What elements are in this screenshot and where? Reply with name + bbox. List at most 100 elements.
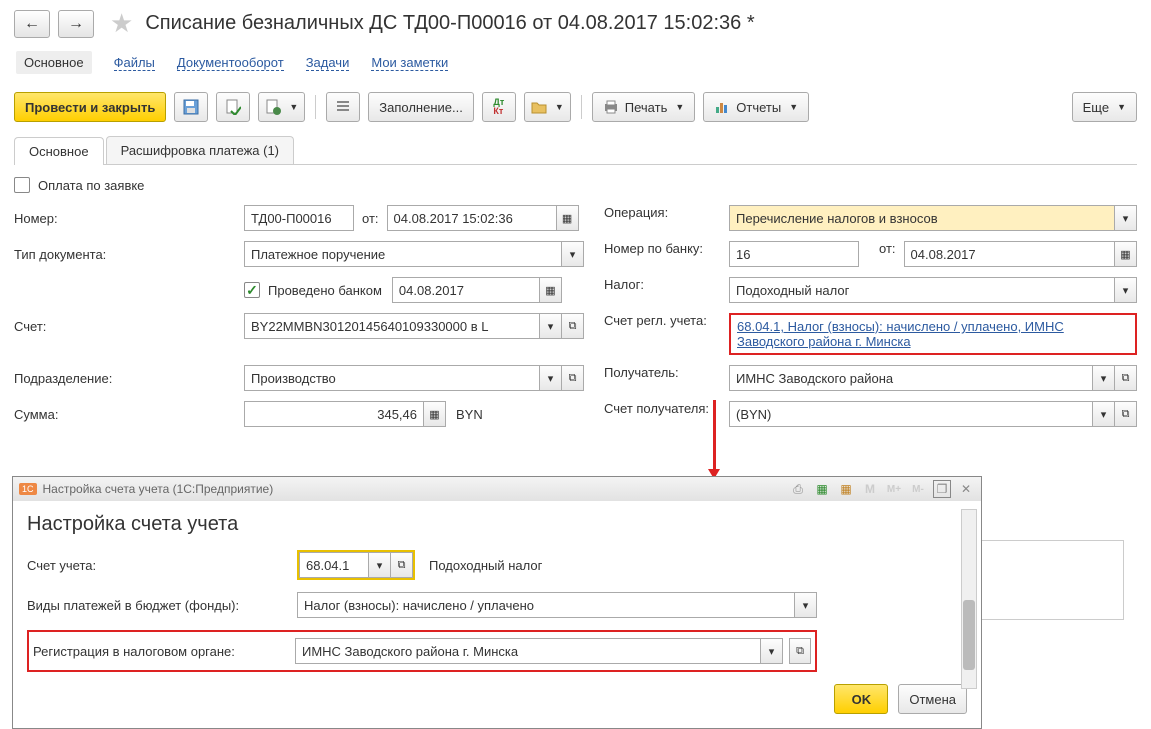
- toolbar-separator: [315, 95, 316, 119]
- arrow-left-icon: ←: [24, 15, 40, 33]
- bank-date-field[interactable]: 04.08.2017: [904, 241, 1115, 267]
- post-icon: [225, 99, 241, 115]
- caret-down-icon: ▼: [289, 102, 298, 112]
- dept-dropdown-button[interactable]: ▾: [540, 365, 562, 391]
- print-button[interactable]: Печать ▼: [592, 92, 696, 122]
- dialog-m-button[interactable]: M: [861, 480, 879, 498]
- dlg-paytype-dropdown-button[interactable]: ▾: [795, 592, 817, 618]
- post-button[interactable]: [216, 92, 250, 122]
- dlg-account-open-button[interactable]: ⧉: [391, 552, 413, 578]
- doctype-dropdown-button[interactable]: ▾: [562, 241, 584, 267]
- recip-acc-dropdown-button[interactable]: ▾: [1093, 401, 1115, 427]
- pay-by-request-label: Оплата по заявке: [38, 178, 144, 193]
- calculator-button[interactable]: ▦: [424, 401, 446, 427]
- nav-tasks[interactable]: Задачи: [306, 55, 350, 71]
- dialog-ok-button[interactable]: OK: [834, 684, 888, 714]
- more-button[interactable]: Еще ▼: [1072, 92, 1137, 122]
- operation-dropdown-button[interactable]: ▾: [1115, 205, 1137, 231]
- nav-files[interactable]: Файлы: [114, 55, 155, 71]
- dlg-account-name: Подоходный налог: [429, 558, 542, 573]
- pay-by-request-checkbox[interactable]: [14, 177, 30, 193]
- dtkt-button[interactable]: Дт Кт: [482, 92, 516, 122]
- calendar-icon: ▦: [840, 482, 851, 496]
- calendar-icon: ▦: [1120, 248, 1130, 261]
- tab-detail[interactable]: Расшифровка платежа (1): [106, 136, 294, 164]
- nav-back-button[interactable]: ←: [14, 10, 50, 38]
- calendar-button[interactable]: ▦: [557, 205, 579, 231]
- dlg-account-field[interactable]: 68.04.1: [299, 552, 369, 578]
- caret-down-icon: ▾: [570, 248, 576, 261]
- operation-field[interactable]: Перечисление налогов и взносов: [729, 205, 1115, 231]
- recipient-field[interactable]: ИМНС Заводского района: [729, 365, 1093, 391]
- calendar-button[interactable]: ▦: [1115, 241, 1137, 267]
- arrow-right-icon: →: [68, 15, 84, 33]
- sum-label: Сумма:: [14, 407, 244, 422]
- dlg-account-dropdown-button[interactable]: ▾: [369, 552, 391, 578]
- tab-main[interactable]: Основное: [14, 137, 104, 165]
- number-date-field[interactable]: 04.08.2017 15:02:36: [387, 205, 557, 231]
- dept-field[interactable]: Производство: [244, 365, 540, 391]
- bank-posted-date-field[interactable]: 04.08.2017: [392, 277, 540, 303]
- recipient-dropdown-button[interactable]: ▾: [1093, 365, 1115, 391]
- account-field[interactable]: BY22MMBN30120145640109330000 в L: [244, 313, 540, 339]
- calendar-button[interactable]: ▦: [540, 277, 562, 303]
- doctype-field[interactable]: Платежное поручение: [244, 241, 562, 267]
- dialog-close-button[interactable]: ✕: [957, 480, 975, 498]
- app-logo-icon: 1С: [19, 483, 37, 495]
- account-dropdown-button[interactable]: ▾: [540, 313, 562, 339]
- open-icon: ⧉: [1122, 408, 1130, 421]
- post-and-close-button[interactable]: Провести и закрыть: [14, 92, 166, 122]
- nav-main[interactable]: Основное: [16, 51, 92, 74]
- number-label: Номер:: [14, 211, 244, 226]
- reports-button[interactable]: Отчеты ▼: [703, 92, 809, 122]
- open-icon: ⧉: [398, 559, 406, 572]
- dlg-taxreg-dropdown-button[interactable]: ▾: [761, 638, 783, 664]
- recip-acc-field[interactable]: (BYN): [729, 401, 1093, 427]
- number-field[interactable]: ТД00-П00016: [244, 205, 354, 231]
- printer-icon: [603, 99, 619, 115]
- regl-account-link[interactable]: 68.04.1, Налог (взносы): начислено / упл…: [737, 319, 1064, 349]
- from-label: от:: [362, 211, 379, 226]
- recip-acc-open-button[interactable]: ⧉: [1115, 401, 1137, 427]
- actions-dropdown-button[interactable]: ▼: [258, 92, 305, 122]
- nav-docflow[interactable]: Документооборот: [177, 55, 284, 71]
- attachments-button[interactable]: ▼: [524, 92, 571, 122]
- favorite-star-icon[interactable]: ★: [110, 8, 133, 39]
- account-open-button[interactable]: ⧉: [562, 313, 584, 339]
- sum-field[interactable]: 345,46: [244, 401, 424, 427]
- dialog-mminus-button[interactable]: M-: [909, 480, 927, 498]
- dialog-cancel-button[interactable]: Отмена: [898, 684, 967, 714]
- chart-icon: [714, 99, 730, 115]
- caret-down-icon: ▼: [789, 102, 798, 112]
- bank-posted-checkbox[interactable]: [244, 282, 260, 298]
- dialog-window-button[interactable]: ❐: [933, 480, 951, 498]
- recipient-open-button[interactable]: ⧉: [1115, 365, 1137, 391]
- open-icon: ⧉: [569, 320, 577, 333]
- tax-field[interactable]: Подоходный налог: [729, 277, 1115, 303]
- account-settings-dialog: 1С Настройка счета учета (1С:Предприятие…: [12, 476, 982, 729]
- dialog-print-button[interactable]: ⎙: [789, 480, 807, 498]
- nav-forward-button[interactable]: →: [58, 10, 94, 38]
- tax-dropdown-button[interactable]: ▾: [1115, 277, 1137, 303]
- open-icon: ⧉: [796, 645, 804, 658]
- save-button[interactable]: [174, 92, 208, 122]
- dialog-calendar-button[interactable]: ▦: [837, 480, 855, 498]
- dept-open-button[interactable]: ⧉: [562, 365, 584, 391]
- dlg-taxreg-field[interactable]: ИМНС Заводского района г. Минска: [295, 638, 761, 664]
- scrollbar-thumb[interactable]: [963, 600, 975, 670]
- dlg-taxreg-open-button[interactable]: ⧉: [789, 638, 811, 664]
- table-icon: ▦: [816, 482, 827, 496]
- dialog-calc-button[interactable]: ▦: [813, 480, 831, 498]
- callout-arrow-icon: [713, 400, 716, 478]
- dialog-title: Настройка счета учета: [27, 513, 967, 536]
- banknum-field[interactable]: 16: [729, 241, 859, 267]
- nav-notes[interactable]: Мои заметки: [371, 55, 448, 71]
- dialog-mplus-button[interactable]: M+: [885, 480, 903, 498]
- operation-label: Операция:: [604, 205, 729, 220]
- calendar-icon: ▦: [545, 284, 555, 297]
- dlg-paytype-field[interactable]: Налог (взносы): начислено / уплачено: [297, 592, 795, 618]
- structure-button[interactable]: [326, 92, 360, 122]
- fill-button[interactable]: Заполнение...: [368, 92, 474, 122]
- regl-account-label: Счет регл. учета:: [604, 313, 729, 329]
- dialog-scrollbar[interactable]: [961, 509, 977, 689]
